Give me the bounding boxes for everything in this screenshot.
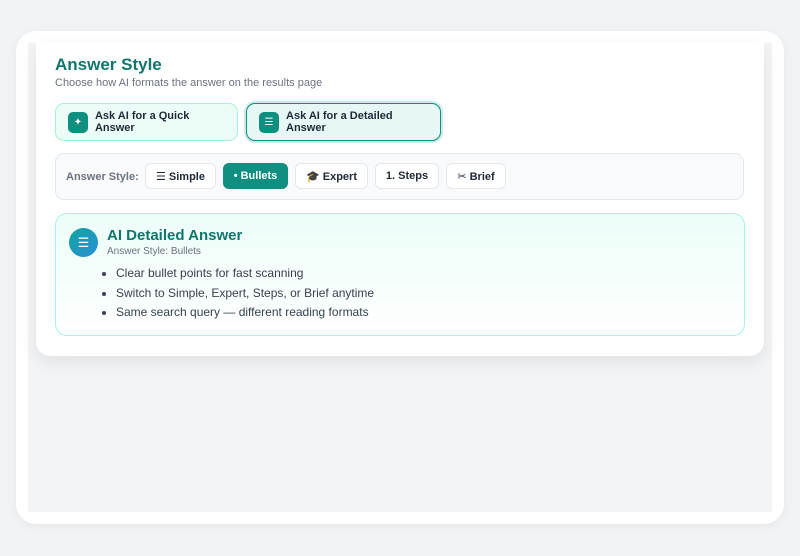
page-subtitle: Choose how AI formats the answer on the …: [55, 77, 323, 89]
answer-style-label: Answer Style:: [66, 171, 139, 183]
sparkle-icon: ✦: [68, 111, 88, 133]
list-item: Same search query — different reading fo…: [116, 303, 374, 323]
answer-title: AI Detailed Answer: [107, 227, 243, 244]
style-option-expert[interactable]: 🎓 Expert: [295, 163, 368, 189]
style-option-bullets[interactable]: • Bullets: [223, 163, 288, 189]
page-title: Answer Style: [55, 55, 162, 74]
answer-bullet-list: Clear bullet points for fast scanning Sw…: [99, 264, 374, 323]
answer-subtitle: Answer Style: Bullets: [107, 246, 201, 257]
list-icon: ☰: [69, 228, 98, 257]
ask-detailed-answer-label: Ask AI for a Detailed Answer: [286, 110, 393, 134]
style-option-brief[interactable]: ✂ Brief: [446, 163, 506, 189]
ask-quick-answer-button[interactable]: ✦ Ask AI for a Quick Answer: [55, 103, 238, 141]
list-item: Clear bullet points for fast scanning: [116, 264, 374, 284]
ask-quick-answer-label: Ask AI for a Quick Answer: [94, 110, 190, 134]
list-icon: ☰: [259, 111, 280, 133]
ask-detailed-answer-button[interactable]: ☰ Ask AI for a Detailed Answer: [246, 103, 441, 141]
list-item: Switch to Simple, Expert, Steps, or Brie…: [116, 284, 374, 304]
style-option-steps[interactable]: 1. Steps: [375, 163, 439, 189]
style-option-simple[interactable]: ☰ Simple: [145, 163, 216, 189]
